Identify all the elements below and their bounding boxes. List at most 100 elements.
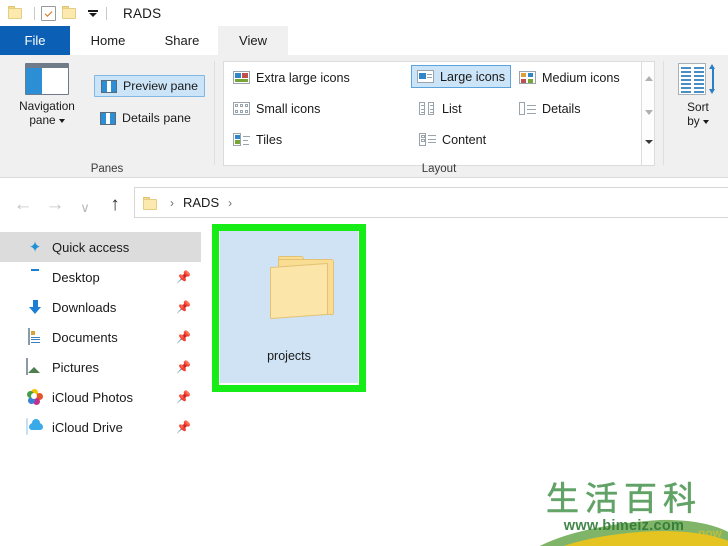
chevron-down-icon[interactable] (58, 118, 65, 123)
layout-tiles[interactable]: Tiles (228, 128, 287, 151)
sidebar-item-label: iCloud Drive (52, 419, 123, 435)
details-pane-label: Details pane (122, 111, 191, 125)
icloud-photos-icon (26, 388, 44, 406)
title-bar: RADS (0, 0, 728, 26)
small-icons-label: Small icons (256, 101, 321, 116)
sidebar-item-label: Pictures (52, 359, 99, 375)
large-icons-icon (417, 69, 434, 84)
sort-by-label-line2: by (687, 114, 700, 128)
up-button[interactable]: ↑ (104, 193, 126, 215)
sidebar-item-documents[interactable]: Documents 📌 (0, 322, 201, 352)
medium-icons-label: Medium icons (542, 70, 620, 85)
large-icons-label: Large icons (440, 69, 506, 84)
recent-locations-button[interactable]: ∨ (74, 196, 96, 218)
sort-by-button[interactable]: Sort by (672, 63, 724, 137)
preview-pane-button[interactable]: Preview pane (94, 75, 206, 97)
folder-icon[interactable] (8, 4, 26, 22)
annotation-highlight-box (212, 224, 366, 392)
scroll-up-icon[interactable] (645, 76, 653, 81)
tab-file[interactable]: File (0, 26, 70, 55)
extra-large-icons-label: Extra large icons (256, 70, 350, 85)
list-icon (419, 101, 436, 116)
layout-small-icons[interactable]: Small icons (228, 97, 325, 120)
back-button[interactable]: ← (12, 193, 34, 215)
layout-details[interactable]: Details (514, 97, 586, 120)
sidebar-item-icloud-photos[interactable]: iCloud Photos 📌 (0, 382, 201, 412)
watermark: 生活百科 www.bimeiz.com now (514, 478, 728, 546)
chevron-down-icon[interactable] (702, 119, 709, 124)
watermark-ghost-text: now (698, 526, 722, 540)
layout-large-icons[interactable]: Large icons (411, 65, 512, 88)
content-label: Content (442, 132, 487, 147)
forward-button[interactable]: → (44, 193, 66, 215)
properties-checkbox-icon[interactable] (41, 5, 56, 21)
details-pane-button[interactable]: Details pane (94, 107, 197, 129)
details-label: Details (542, 101, 581, 116)
sidebar-item-label: Downloads (52, 299, 117, 315)
icloud-drive-icon (26, 417, 44, 436)
document-icon (26, 327, 44, 346)
navigation-pane-button[interactable]: Navigation pane (10, 63, 84, 133)
layout-gallery-scrollbar[interactable] (641, 61, 655, 166)
sidebar-item-quick-access[interactable]: ✦ Quick access (0, 232, 201, 262)
navigation-pane-label-line2: pane (29, 113, 56, 127)
sidebar-item-label: Documents (52, 329, 118, 345)
file-explorer-window: RADS File Home Share View Navigation pan… (0, 0, 728, 546)
pin-icon[interactable]: 📌 (176, 391, 191, 403)
star-icon: ✦ (28, 238, 42, 256)
extra-large-icons-icon (233, 70, 250, 85)
sidebar-item-pictures[interactable]: Pictures 📌 (0, 352, 201, 382)
ribbon-group-layout: Extra large icons Large icons Medium ico… (215, 55, 663, 178)
customize-quick-access-dropdown-icon[interactable] (86, 6, 100, 20)
layout-content[interactable]: Content (414, 128, 491, 151)
pin-icon[interactable]: 📌 (176, 301, 191, 313)
sort-by-label-line1: Sort (687, 100, 709, 114)
navigation-pane-label: Navigation pane (19, 99, 75, 127)
pin-icon[interactable]: 📌 (176, 361, 191, 373)
monitor-icon (26, 268, 44, 286)
sidebar-item-label: Quick access (52, 239, 130, 255)
sidebar-item-label: Desktop (52, 269, 100, 285)
small-icons-icon (233, 101, 250, 116)
breadcrumb-separator: › (170, 195, 174, 210)
scroll-down-icon[interactable] (645, 110, 653, 115)
pin-icon[interactable]: 📌 (176, 421, 191, 433)
pin-icon[interactable]: 📌 (176, 331, 191, 343)
picture-icon (26, 357, 44, 376)
sidebar-item-desktop[interactable]: Desktop 📌 (0, 262, 201, 292)
breadcrumb-item-rads[interactable]: RADS (183, 195, 219, 210)
tab-share[interactable]: Share (146, 26, 218, 55)
preview-pane-label: Preview pane (123, 79, 199, 93)
breadcrumb-separator[interactable]: › (228, 196, 232, 210)
ribbon-group-layout-label: Layout (421, 163, 457, 175)
new-folder-icon[interactable] (62, 4, 80, 22)
ribbon-group-panes-label: Panes (90, 163, 124, 175)
layout-medium-icons[interactable]: Medium icons (514, 66, 625, 89)
medium-icons-icon (519, 70, 536, 85)
ribbon-tab-strip: File Home Share View (0, 26, 728, 55)
pin-icon[interactable]: 📌 (176, 271, 191, 283)
preview-pane-icon (101, 79, 117, 93)
sidebar-item-label: iCloud Photos (52, 389, 133, 405)
layout-extra-large-icons[interactable]: Extra large icons (228, 66, 355, 89)
tab-home[interactable]: Home (70, 26, 146, 55)
sidebar-item-downloads[interactable]: Downloads 📌 (0, 292, 201, 322)
navigation-pane-icon (25, 63, 69, 95)
layout-gallery: Extra large icons Large icons Medium ico… (223, 61, 643, 166)
tiles-icon (233, 132, 250, 147)
title-divider (106, 6, 107, 20)
layout-list[interactable]: List (414, 97, 467, 120)
toolbar-divider (34, 6, 35, 20)
breadcrumb[interactable]: › RADS › (134, 187, 728, 218)
content-icon (419, 132, 436, 147)
download-icon (26, 299, 44, 316)
ribbon-group-sort: Sort by (664, 55, 728, 178)
tab-view[interactable]: View (218, 26, 288, 55)
gallery-more-icon[interactable] (644, 140, 654, 162)
sort-by-icon (678, 63, 718, 97)
ribbon: Navigation pane Preview pane Details pan… (0, 55, 728, 178)
watermark-title: 生活百科 (546, 479, 702, 518)
tiles-label: Tiles (256, 132, 283, 147)
navigation-pane: ✦ Quick access Desktop 📌 Downloads 📌 Doc… (0, 232, 201, 546)
sidebar-item-icloud-drive[interactable]: iCloud Drive 📌 (0, 412, 201, 442)
